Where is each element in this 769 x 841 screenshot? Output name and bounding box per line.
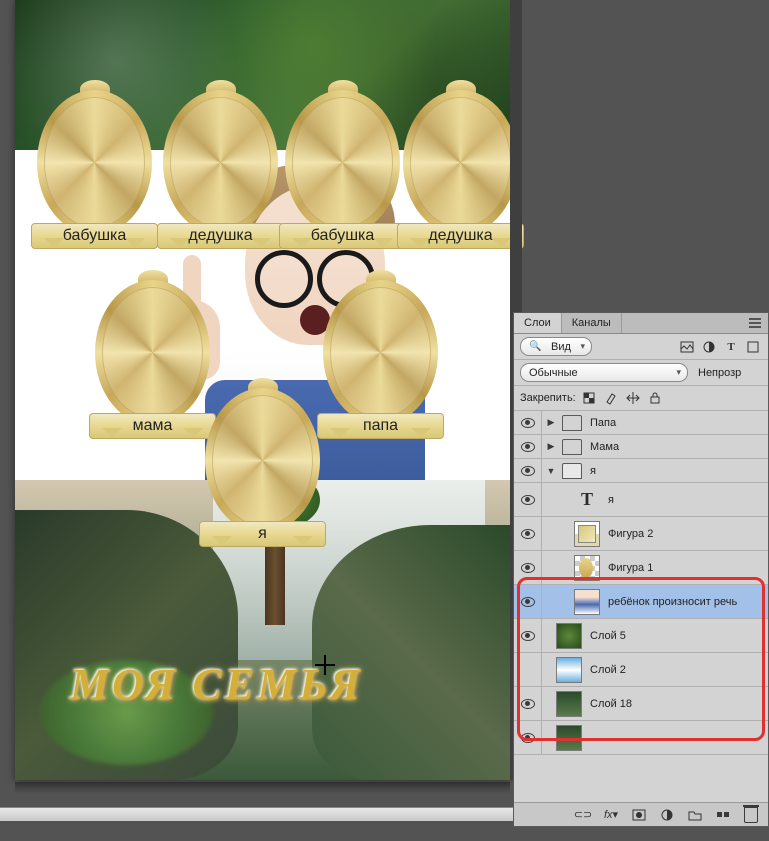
lock-transparent-icon[interactable]: [580, 389, 598, 407]
layer-figura-1[interactable]: Фигура 1: [514, 551, 768, 585]
new-group-icon[interactable]: [686, 806, 704, 824]
adjustment-icon[interactable]: [658, 806, 676, 824]
frame-grandma-2: бабушка: [285, 90, 400, 235]
layer-group-ya[interactable]: ▼ я: [514, 459, 768, 483]
panel-tabs: Слои Каналы: [514, 313, 768, 334]
filter-row: 🔍 Вид ▾ T: [514, 334, 768, 360]
filter-pixel-icon[interactable]: [678, 338, 696, 356]
tab-layers[interactable]: Слои: [514, 313, 562, 333]
text-layer-icon: T: [574, 487, 600, 513]
visibility-toggle[interactable]: [521, 597, 535, 607]
layer-text-ya[interactable]: T я: [514, 483, 768, 517]
chevron-down-icon: ▾: [613, 808, 619, 821]
expand-toggle[interactable]: ▶: [542, 417, 560, 428]
filter-adjust-icon[interactable]: [700, 338, 718, 356]
lock-all-icon[interactable]: [646, 389, 664, 407]
frame-label: папа: [317, 413, 444, 439]
frame-label: бабушка: [279, 223, 406, 249]
folder-icon: [562, 439, 582, 455]
frame-label: я: [199, 521, 326, 547]
layer-label: Фигура 1: [606, 562, 768, 574]
visibility-toggle[interactable]: [521, 495, 535, 505]
blend-row: Обычные ▾ Непрозр: [514, 360, 768, 386]
canvas-shadow: [15, 782, 510, 794]
folder-icon: [562, 415, 582, 431]
layer-label: Фигура 2: [606, 528, 768, 540]
image-thumb-icon: [556, 725, 582, 751]
frame-label: бабушка: [31, 223, 158, 249]
filter-kind-label: Вид: [551, 341, 571, 353]
layer-group-mama[interactable]: ▶ Мама: [514, 435, 768, 459]
layer-group-papa[interactable]: ▶ Папа: [514, 411, 768, 435]
visibility-toggle[interactable]: [521, 442, 535, 452]
layer-label: ребёнок произносит речь: [606, 596, 768, 608]
visibility-toggle[interactable]: [521, 418, 535, 428]
frame-label: мама: [89, 413, 216, 439]
layer-label: Мама: [588, 441, 768, 453]
trash-icon[interactable]: [742, 806, 760, 824]
layer-sloi-2[interactable]: Слой 2: [514, 653, 768, 687]
opacity-label: Непрозр: [698, 367, 741, 379]
lock-row: Закрепить:: [514, 386, 768, 411]
image-thumb-icon: [556, 657, 582, 683]
layer-label: Слой 5: [588, 630, 768, 642]
visibility-toggle[interactable]: [521, 563, 535, 573]
folder-open-icon: [562, 463, 582, 479]
frame-label: дедушка: [157, 223, 284, 249]
visibility-toggle[interactable]: [521, 699, 535, 709]
shape-thumb-icon: [574, 521, 600, 547]
expand-toggle[interactable]: ▶: [542, 441, 560, 452]
frame-label: дедушка: [397, 223, 524, 249]
frame-grandpa-1: дедушка: [163, 90, 278, 235]
layer-sloi-18[interactable]: Слой 18: [514, 687, 768, 721]
layer-label: я: [588, 465, 768, 477]
frame-grandpa-2: дедушка: [403, 90, 518, 235]
document-canvas[interactable]: бабушка дедушка бабушка дедушка мама пап…: [15, 0, 510, 780]
shape-thumb-icon: [574, 555, 600, 581]
visibility-toggle[interactable]: [514, 653, 542, 686]
blend-mode-combo[interactable]: Обычные ▾: [520, 363, 688, 382]
lock-pixels-icon[interactable]: [602, 389, 620, 407]
frame-mama: мама: [95, 280, 210, 425]
frame-papa: папа: [323, 280, 438, 425]
frame-grandma-1: бабушка: [37, 90, 152, 235]
blend-mode-label: Обычные: [529, 367, 578, 379]
expand-toggle[interactable]: ▼: [542, 466, 560, 476]
filter-shape-icon[interactable]: [744, 338, 762, 356]
layer-extra[interactable]: [514, 721, 768, 755]
layer-label: Папа: [588, 417, 768, 429]
lock-label: Закрепить:: [520, 392, 576, 404]
visibility-toggle[interactable]: [521, 529, 535, 539]
layer-list: ▶ Папа ▶ Мама ▼ я T я: [514, 411, 768, 802]
image-thumb-icon: [556, 623, 582, 649]
visibility-toggle[interactable]: [521, 631, 535, 641]
layer-figura-2[interactable]: Фигура 2: [514, 517, 768, 551]
link-layers-icon[interactable]: ⊂⊃: [574, 806, 592, 824]
image-thumb-icon: [556, 691, 582, 717]
layer-label: Слой 2: [588, 664, 768, 676]
filter-kind-combo[interactable]: 🔍 Вид ▾: [520, 337, 592, 356]
visibility-toggle[interactable]: [521, 733, 535, 743]
visibility-toggle[interactable]: [521, 466, 535, 476]
panel-bottom-bar: ⊂⊃ fx▾: [514, 802, 768, 826]
layer-label: Слой 18: [588, 698, 768, 710]
fx-icon[interactable]: fx▾: [602, 806, 620, 824]
layer-sloi-5[interactable]: Слой 5: [514, 619, 768, 653]
layer-label: я: [606, 494, 768, 506]
layers-panel: Слои Каналы 🔍 Вид ▾ T Обычные ▾ Непрозр: [513, 312, 769, 827]
canvas-title: МОЯ СЕМЬЯ: [70, 659, 363, 710]
frame-ya: я: [205, 388, 320, 533]
image-thumb-icon: [574, 589, 600, 615]
filter-text-icon[interactable]: T: [722, 338, 740, 356]
new-layer-icon[interactable]: [714, 806, 732, 824]
lock-position-icon[interactable]: [624, 389, 642, 407]
tab-channels[interactable]: Каналы: [562, 313, 622, 333]
panel-menu-button[interactable]: [742, 313, 768, 333]
layer-child-speech[interactable]: ребёнок произносит речь: [514, 585, 768, 619]
mask-icon[interactable]: [630, 806, 648, 824]
